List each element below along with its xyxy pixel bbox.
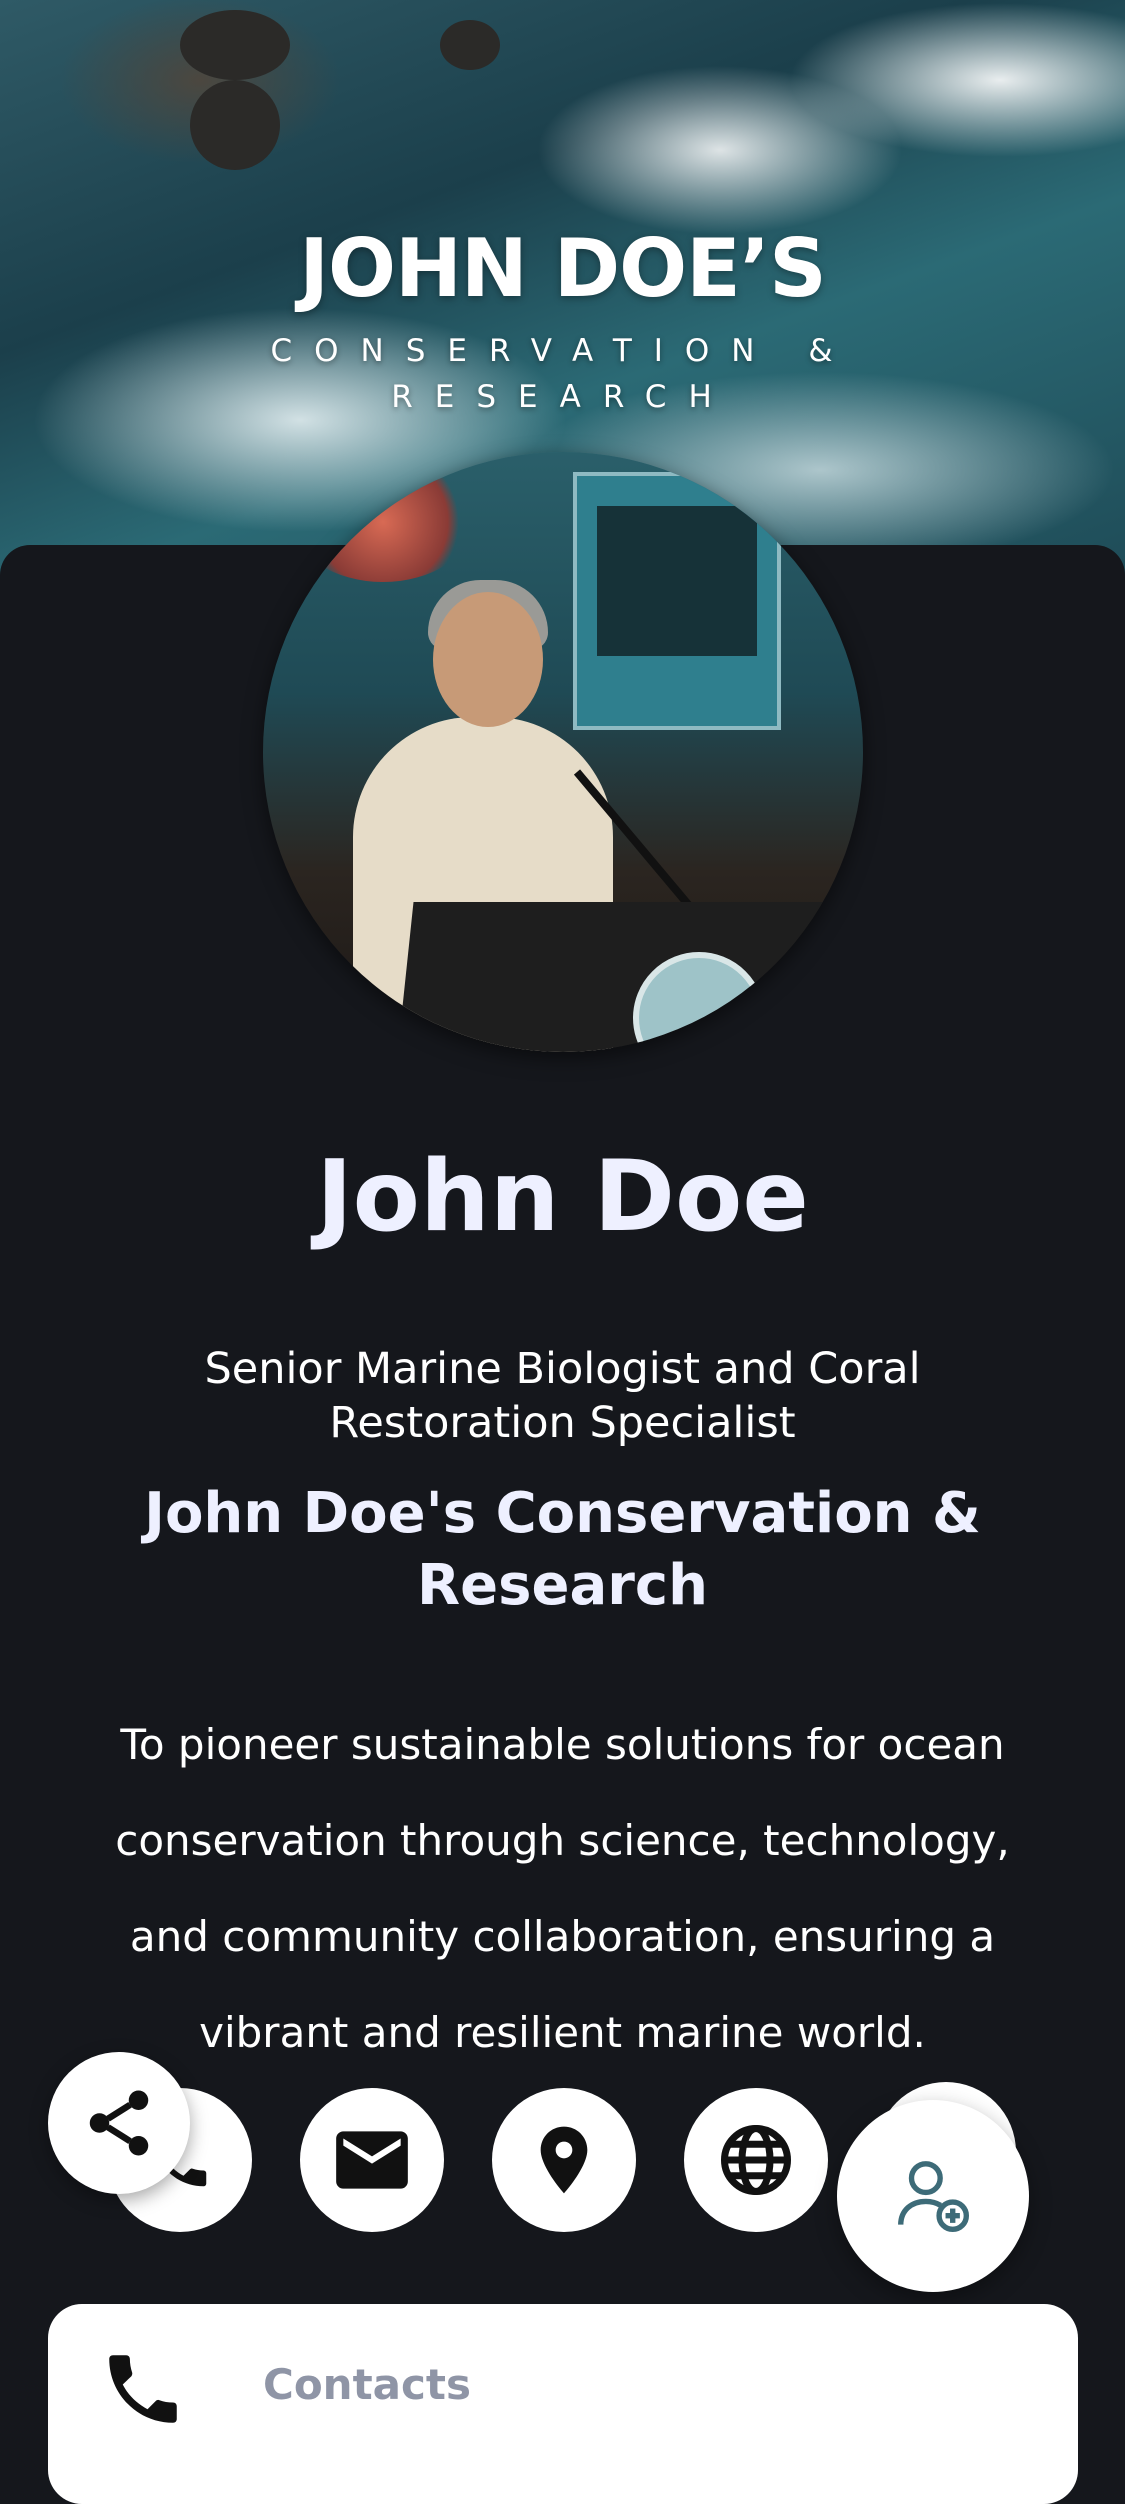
profile-photo [263,452,863,1052]
add-contact-icon [898,2161,970,2233]
contacts-section[interactable]: Contacts [48,2304,1078,2504]
rock-decoration [190,80,280,170]
coral-image [293,462,473,582]
profile-role: Senior Marine Biologist and Coral Restor… [204,1344,921,1448]
phone-icon [109,2355,177,2423]
share-icon [89,2090,149,2156]
rock-decoration [180,10,290,80]
add-contact-button[interactable] [837,2100,1029,2292]
rock-decoration [440,20,500,70]
globe-icon [721,2125,791,2195]
website-button[interactable] [684,2088,828,2232]
hero-subtitle: CONSERVATION & RESEARCH [270,333,855,415]
contacts-label: Contacts [263,2360,471,2409]
profile-name: John Doe [316,1140,809,1254]
share-button[interactable] [48,2052,190,2194]
profile-mission: To pioneer sustainable solutions for oce… [115,1720,1010,2057]
hero-title: JOHN DOE’S [299,222,827,315]
presentation-screen [573,472,781,730]
podium [392,902,834,1052]
email-button[interactable] [300,2088,444,2232]
mail-icon [336,2131,408,2189]
profile-organization: John Doe's Conservation & Research [144,1481,981,1618]
map-pin-icon [540,2126,588,2194]
speaker-head [433,592,543,727]
location-button[interactable] [492,2088,636,2232]
